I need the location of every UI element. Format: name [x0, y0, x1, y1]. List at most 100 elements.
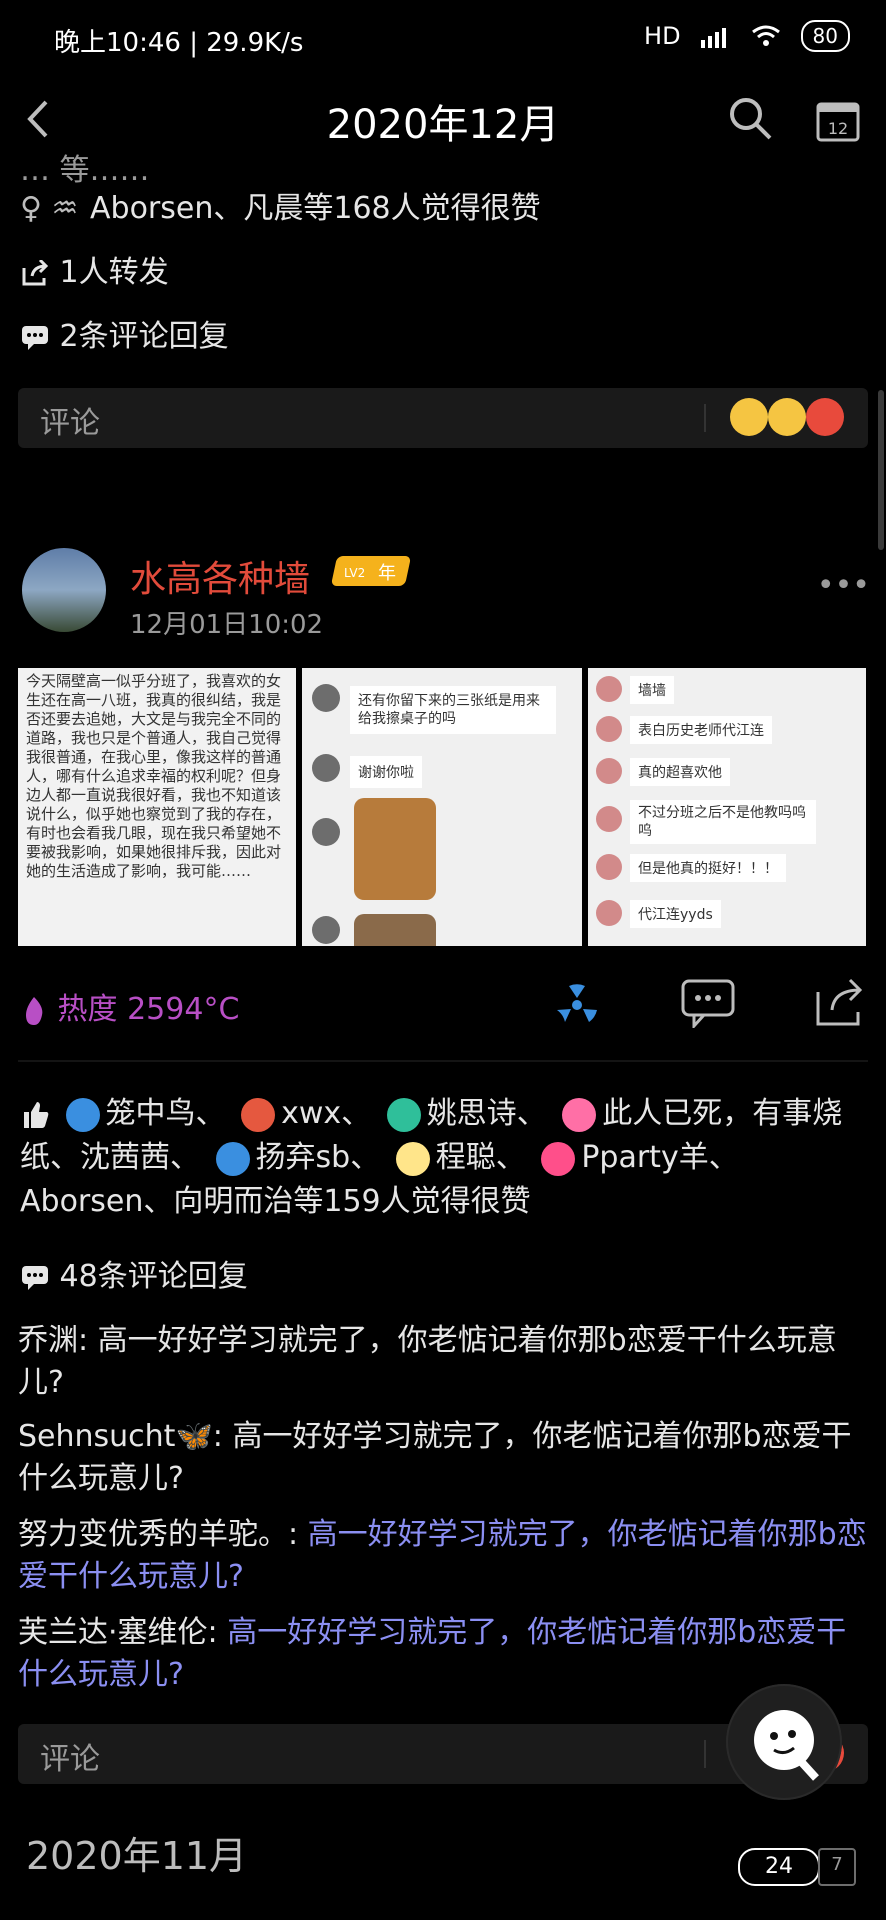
status-icons: HD 80: [644, 20, 850, 52]
thumbs-up-icon: [24, 1101, 49, 1128]
comment-placeholder: 评论: [40, 1742, 100, 1777]
scrollbar[interactable]: [878, 390, 884, 550]
post2-likes-list: 笼中鸟、 xwx、 姚思诗、 此人已死，有事烧纸、沈茜茜、 扬弃sb、 程聪、 …: [20, 1096, 843, 1219]
post2-comments-count-text: 48条评论回复: [59, 1259, 248, 1294]
chat-avatar: [596, 806, 622, 832]
chat-avatar: [596, 854, 622, 880]
comment-bubble-icon: [22, 1265, 48, 1290]
radiation-avatar-icon: [215, 1141, 250, 1176]
chat-avatar: [312, 684, 340, 712]
user-icon: ♀ ♒: [20, 191, 79, 226]
angry-emoji-icon[interactable]: [806, 398, 844, 436]
more-options-icon[interactable]: •••: [817, 568, 870, 603]
comment-icon[interactable]: [680, 978, 736, 1028]
chat-bubble: 真的超喜欢他: [630, 758, 730, 786]
post-timestamp: 12月01日10:02: [130, 610, 324, 640]
post-username[interactable]: 水高各种墙: [130, 550, 310, 602]
flame-avatar-icon: [241, 1097, 276, 1132]
heat-label: 热度: [57, 992, 118, 1027]
chat-bubble: 谢谢你啦: [350, 756, 422, 788]
badge-level: LV2: [344, 566, 366, 580]
floating-assistant-button[interactable]: [726, 1684, 842, 1800]
comment-author[interactable]: Sehnsucht🦋: [18, 1419, 213, 1454]
share-icon: [22, 258, 49, 285]
chat-bubble: 但是他真的挺好！！！: [630, 854, 786, 882]
badge-shape: [330, 556, 412, 586]
laugh-emoji-icon[interactable]: [768, 398, 806, 436]
sun-avatar-icon: [395, 1141, 430, 1176]
post1-comment-input[interactable]: 评论: [18, 388, 868, 448]
comment-item[interactable]: Sehnsucht🦋: 高一好好学习就完了，你老惦记着你那b恋爱干什么玩意儿?: [18, 1416, 868, 1500]
svg-text:12: 12: [828, 119, 848, 138]
liker-name[interactable]: 扬弃sb: [256, 1140, 351, 1175]
chat-avatar: [312, 818, 340, 846]
chat-bubble: 表白历史老师代江连: [630, 716, 772, 744]
search-icon[interactable]: [726, 94, 774, 142]
flame-icon: [26, 996, 43, 1025]
post1-comments-count-text: 2条评论回复: [59, 319, 229, 354]
comment-bubble-icon: [22, 325, 48, 350]
wifi-icon: [751, 25, 780, 46]
chat-bubble: 墙墙: [630, 676, 674, 704]
liker-name[interactable]: 笼中鸟: [106, 1096, 196, 1131]
page-indicator[interactable]: 24: [738, 1848, 820, 1886]
share-icon[interactable]: [814, 978, 868, 1028]
grin-emoji-icon[interactable]: [730, 398, 768, 436]
chat-avatar: [596, 676, 622, 702]
post1-comments-count[interactable]: 2条评论回复: [20, 316, 229, 358]
radiation-avatar-icon: [65, 1097, 100, 1132]
badge-text: 年: [378, 563, 396, 584]
leaf-avatar-icon: [386, 1097, 421, 1132]
partial-likes-line: … 等……: [20, 153, 150, 188]
avatar[interactable]: [22, 548, 106, 632]
chat-avatar: [312, 916, 340, 944]
post1-repost-text: 1人转发: [59, 255, 169, 290]
liker-name[interactable]: 向明而治: [173, 1184, 293, 1219]
signal-icon: [700, 28, 726, 48]
comment-author[interactable]: 乔渊: [18, 1323, 78, 1358]
post2-comments-count[interactable]: 48条评论回复: [20, 1256, 248, 1298]
sticker-image: [354, 798, 436, 900]
post-image-1[interactable]: 今天隔壁高一似乎分班了，我喜欢的女生还在高一八班，我真的很纠结，我是否还要去追她…: [18, 668, 296, 946]
chat-avatar: [596, 900, 622, 926]
divider: [704, 1740, 706, 1768]
post1-repost[interactable]: 1人转发: [20, 252, 169, 294]
chat-bubble: 代江连yyds: [630, 900, 721, 928]
liker-name[interactable]: 沈茜茜: [80, 1140, 170, 1175]
mini-calendar-icon[interactable]: 7: [818, 1848, 856, 1886]
status-bar: 晚上10:46 | 29.9K/s HD 80: [0, 0, 886, 78]
post1-likes-text: Aborsen、凡晨等168人觉得很赞: [90, 191, 541, 226]
chat-avatar: [596, 758, 622, 784]
comment-placeholder: 评论: [40, 406, 100, 441]
chat-bubble: 还有你留下来的三张纸是用来给我擦桌子的吗: [350, 686, 556, 734]
image-1-text: 今天隔壁高一似乎分班了，我喜欢的女生还在高一八班，我真的很纠结，我是否还要去追她…: [26, 672, 282, 880]
post-image-3[interactable]: 墙墙 表白历史老师代江连 真的超喜欢他 不过分班之后不是他教吗呜呜 但是他真的挺…: [588, 668, 866, 946]
liker-name[interactable]: 程聪: [436, 1140, 496, 1175]
comment-author[interactable]: 芙兰达·塞维伦: [18, 1615, 208, 1650]
post1-likes-line: ♀ ♒ Aborsen、凡晨等168人觉得很赞: [20, 188, 866, 230]
liker-name[interactable]: Pparty羊: [581, 1140, 708, 1175]
radiation-like-icon[interactable]: [552, 980, 602, 1030]
chat-bubble: 不过分班之后不是他教吗呜呜: [630, 800, 816, 844]
comment-text: 高一好好学习就完了，你老惦记着你那b恋爱干什么玩意儿?: [18, 1323, 837, 1400]
sticker-image: [354, 914, 436, 946]
heat-indicator: 热度 2594°C: [20, 984, 239, 1028]
likes-tail: 等159人觉得很赞: [293, 1184, 531, 1219]
heart-avatar-icon: [562, 1097, 597, 1132]
next-month-heading: 2020年11月: [26, 1834, 248, 1878]
liker-name[interactable]: xwx: [281, 1096, 341, 1131]
chat-avatar: [312, 754, 340, 782]
divider: [18, 1060, 868, 1062]
status-time-speed: 晚上10:46 | 29.9K/s: [54, 28, 304, 58]
chat-avatar: [596, 716, 622, 742]
liker-name[interactable]: Aborsen: [20, 1184, 143, 1219]
app-header: 2020年12月 12: [0, 78, 886, 158]
comment-item[interactable]: 努力变优秀的羊驼。: 高一好好学习就完了，你老惦记着你那b恋爱干什么玩意儿?: [18, 1514, 868, 1598]
battery-indicator: 80: [800, 20, 850, 52]
star-avatar-icon: [541, 1141, 576, 1176]
post-image-2[interactable]: 还有你留下来的三张纸是用来给我擦桌子的吗 谢谢你啦: [302, 668, 582, 946]
calendar-icon[interactable]: 12: [814, 96, 862, 144]
comment-author[interactable]: 努力变优秀的羊驼。: [18, 1517, 288, 1552]
comment-item[interactable]: 乔渊: 高一好好学习就完了，你老惦记着你那b恋爱干什么玩意儿?: [18, 1320, 868, 1404]
liker-name[interactable]: 姚思诗: [427, 1096, 517, 1131]
